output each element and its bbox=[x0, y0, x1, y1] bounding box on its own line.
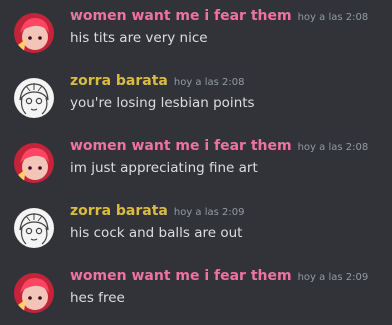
timestamp: hoy a las 2:08 bbox=[297, 142, 369, 153]
message-header: zorra barata hoy a las 2:09 bbox=[70, 200, 244, 223]
message-header: zorra barata hoy a las 2:08 bbox=[70, 70, 244, 93]
chat-messages: women want me i fear them hoy a las 2:08 … bbox=[0, 0, 392, 314]
avatar[interactable] bbox=[14, 143, 54, 183]
timestamp: hoy a las 2:09 bbox=[297, 272, 369, 283]
user-avatar-icon bbox=[14, 273, 54, 313]
avatar[interactable] bbox=[14, 78, 54, 118]
timestamp: hoy a las 2:08 bbox=[297, 12, 369, 23]
author-name[interactable]: women want me i fear them bbox=[70, 138, 292, 154]
message-item: women want me i fear them hoy a las 2:08 … bbox=[0, 5, 392, 65]
avatar[interactable] bbox=[14, 208, 54, 248]
message-text: you're losing lesbian points bbox=[70, 95, 255, 111]
avatar[interactable] bbox=[14, 273, 54, 313]
message-text: im just appreciating fine art bbox=[70, 160, 258, 176]
message-item: women want me i fear them hoy a las 2:08 … bbox=[0, 135, 392, 195]
timestamp: hoy a las 2:09 bbox=[173, 207, 245, 218]
message-text: hes free bbox=[70, 290, 125, 306]
message-header: women want me i fear them hoy a las 2:08 bbox=[70, 5, 368, 28]
message-text: his cock and balls are out bbox=[70, 225, 243, 241]
message-header: women want me i fear them hoy a las 2:09 bbox=[70, 265, 368, 288]
message-item: women want me i fear them hoy a las 2:09 … bbox=[0, 265, 392, 325]
author-name[interactable]: women want me i fear them bbox=[70, 268, 292, 284]
message-text: his tits are very nice bbox=[70, 30, 208, 46]
author-name[interactable]: zorra barata bbox=[70, 203, 168, 219]
user-avatar-icon bbox=[14, 143, 54, 183]
message-item: zorra barata hoy a las 2:08 you're losing… bbox=[0, 70, 392, 130]
message-header: women want me i fear them hoy a las 2:08 bbox=[70, 135, 368, 158]
avatar[interactable] bbox=[14, 13, 54, 53]
author-name[interactable]: zorra barata bbox=[70, 73, 168, 89]
author-name[interactable]: women want me i fear them bbox=[70, 8, 292, 24]
user-avatar-icon bbox=[14, 78, 54, 118]
user-avatar-icon bbox=[14, 13, 54, 53]
timestamp: hoy a las 2:08 bbox=[173, 77, 245, 88]
user-avatar-icon bbox=[14, 208, 54, 248]
message-item: zorra barata hoy a las 2:09 his cock and … bbox=[0, 200, 392, 260]
